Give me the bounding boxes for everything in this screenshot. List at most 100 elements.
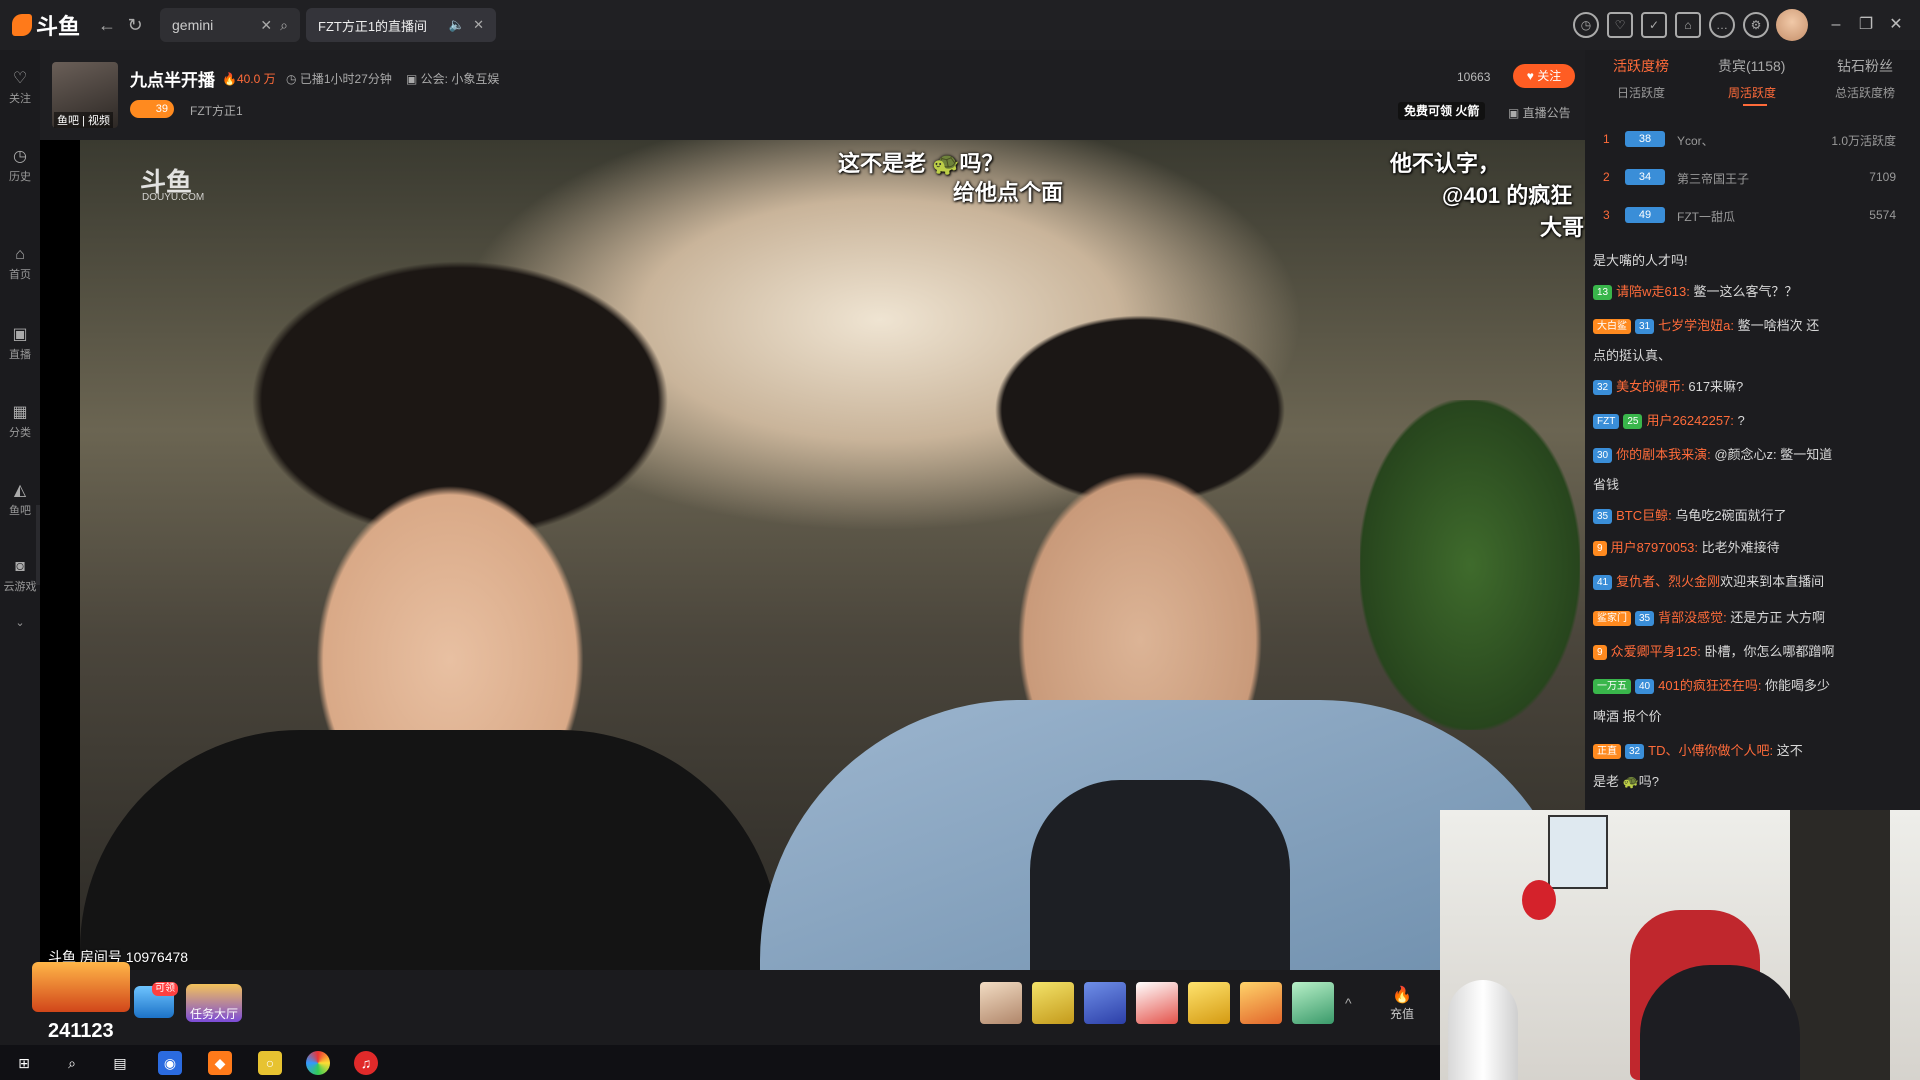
close-icon[interactable]: ✕ [260, 17, 272, 34]
chat-text: 还是方正 大方啊 [1726, 610, 1825, 625]
gift-item[interactable] [1032, 982, 1074, 1024]
plane-gift[interactable] [1136, 982, 1178, 1024]
nav-cloudgame[interactable]: ◙ 云游戏 [0, 558, 40, 594]
close-icon[interactable]: ✕ [473, 17, 484, 33]
chevron-up-icon[interactable]: ^ [1345, 995, 1352, 1011]
guild-text: 公会: 小象互娱 [420, 72, 500, 86]
chat-username[interactable]: 用户87970053: [1611, 540, 1698, 555]
back-icon[interactable]: ← [96, 14, 118, 36]
douyu-logo[interactable]: 斗鱼 [12, 10, 80, 40]
heart-icon[interactable]: ♡ [1607, 12, 1633, 38]
app-icon-yellow[interactable]: ○ [258, 1051, 282, 1075]
video-player[interactable]: 斗鱼 DOUYU.COM 这不是老 🐢吗？ 给他点个面 他不认字， @401 的… [40, 140, 1585, 970]
chat-text: 乌龟吃2碗面就行了 [1671, 508, 1787, 523]
card-gift[interactable] [1188, 982, 1230, 1024]
gift-item[interactable] [980, 982, 1022, 1024]
free-rocket-banner[interactable]: 免费可领 火箭 [1398, 102, 1486, 120]
task-icon[interactable]: ✓ [1641, 12, 1667, 38]
minimize-icon[interactable]: – [1823, 12, 1849, 38]
refresh-icon[interactable]: ↻ [124, 14, 146, 36]
gift-item[interactable] [1292, 982, 1334, 1024]
chat-message: 点的挺认真、 [1593, 347, 1913, 365]
chat-username[interactable]: 美女的硬币: [1616, 379, 1685, 394]
chat-username[interactable]: TD、小傅你做个人吧: [1648, 743, 1773, 758]
grid-icon: ▦ [12, 404, 28, 421]
danmu-message: 他不认字， [1390, 151, 1501, 176]
nav-label: 鱼吧 [9, 505, 31, 517]
home-icon: ⌂ [15, 246, 25, 263]
chat-username[interactable]: 众爱卿平身125: [1611, 644, 1701, 659]
wall-frame [1548, 815, 1608, 889]
chevron-down-icon[interactable]: ⌄ [0, 616, 40, 629]
chat-message: 省钱 [1593, 476, 1913, 494]
nav-live[interactable]: ▣ 直播 [0, 324, 40, 362]
nav-category[interactable]: ▦ 分类 [0, 402, 40, 440]
message-icon[interactable]: … [1709, 12, 1735, 38]
rocket-gift[interactable] [1084, 982, 1126, 1024]
chat-username[interactable]: 请陪w走613: [1616, 284, 1690, 299]
window-close-icon[interactable]: ✕ [1883, 12, 1909, 38]
user-level-badge: 25 [1623, 414, 1643, 429]
title-bar: 斗鱼 ← ↻ gemini ✕ ⌕ FZT方正1的直播间 🔈 ✕ ◷ ♡ ✓ ⌂… [0, 0, 1920, 50]
danmu-message: 大哥 [1540, 215, 1585, 240]
fan-badge: 鲨家门 [1593, 611, 1631, 626]
chat-message: 9 用户87970053: 比老外难接待 [1593, 539, 1913, 557]
announcement-link[interactable]: ▣ 直播公告 [1508, 104, 1571, 121]
plant-decor [1360, 400, 1580, 730]
user-level-badge: 30 [1593, 448, 1613, 463]
level-badge: 39 [130, 100, 174, 118]
nav-history[interactable]: ◷ 历史 [0, 146, 40, 184]
chat-username[interactable]: BTC巨鲸: [1616, 508, 1672, 523]
subtab-weekly[interactable]: 周活跃度 [1728, 84, 1776, 101]
tab-search[interactable]: gemini ✕ ⌕ [160, 8, 300, 42]
follow-button[interactable]: ♥ 关注 [1513, 64, 1575, 88]
douyu-app-icon[interactable]: ◆ [208, 1051, 232, 1075]
app-icon-color-wheel[interactable] [306, 1051, 330, 1075]
user-avatar[interactable] [1776, 9, 1808, 41]
fan-badge: 正直 [1593, 744, 1621, 759]
history-icon[interactable]: ◷ [1573, 12, 1599, 38]
chat-username[interactable]: 复仇者、烈火金刚 [1616, 574, 1720, 589]
rank-row[interactable]: 1 38 Ycor、 1.0万活跃度 [1585, 124, 1920, 154]
speaker-icon[interactable]: 🔈 [449, 17, 465, 33]
settings-icon[interactable]: ⚙ [1743, 12, 1769, 38]
spiderman-mask [1522, 880, 1556, 920]
subtab-daily[interactable]: 日活跃度 [1617, 84, 1665, 101]
rank-row[interactable]: 3 49 FZT一甜瓜 5574 [1585, 200, 1920, 230]
restore-icon[interactable]: ❐ [1853, 12, 1879, 38]
chat-username[interactable]: 你的剧本我来演: [1616, 447, 1711, 462]
person-right-shirt [1030, 780, 1290, 970]
chat-username[interactable]: 背部没感觉: [1658, 610, 1727, 625]
windows-start-icon[interactable]: ⊞ [12, 1051, 36, 1075]
fan-club-name: FZT方正1 [190, 104, 243, 118]
chat-username[interactable]: 七岁学泡妞a: [1658, 318, 1734, 333]
tab-vip[interactable]: 贵宾(1158) [1718, 56, 1785, 76]
guild-info[interactable]: ▣ 公会: 小象互娱 [406, 70, 499, 87]
netease-music-icon[interactable]: ♫ [354, 1051, 378, 1075]
avatar-tag[interactable]: 鱼吧 | 视频 [54, 112, 113, 128]
chat-username[interactable]: 用户26242257: [1646, 413, 1733, 428]
shirt-icon[interactable]: ⌂ [1675, 12, 1701, 38]
chat-message: 一万五 40 401的疯狂还在吗: 你能喝多少 [1593, 677, 1913, 695]
chrome-app-icon[interactable]: ◉ [158, 1051, 182, 1075]
chat-username[interactable]: 401的疯狂还在吗: [1658, 678, 1761, 693]
rank-row[interactable]: 2 34 第三帝国王子 7109 [1585, 162, 1920, 192]
chat-message: 大白鲨 31 七岁学泡妞a: 鳖一啥档次 还 [1593, 317, 1913, 335]
nav-follow[interactable]: ♡ 关注 [0, 68, 40, 106]
search-icon[interactable]: ⌕ [280, 17, 288, 34]
chat-text: 啤酒 报个价 [1593, 709, 1662, 724]
nav-home[interactable]: ⌂ 首页 [0, 246, 40, 282]
charge-button[interactable]: 🔥 充值 [1382, 985, 1422, 1022]
user-level-badge: 9 [1593, 541, 1607, 556]
gift-item[interactable] [1240, 982, 1282, 1024]
tab-activity-rank[interactable]: 活跃度榜 [1613, 56, 1669, 76]
search-icon[interactable]: ⌕ [60, 1051, 84, 1075]
tab-live-room[interactable]: FZT方正1的直播间 🔈 ✕ [306, 8, 496, 42]
tab-diamond-fans[interactable]: 钻石粉丝 [1837, 56, 1893, 76]
subtab-total[interactable]: 总活跃度榜 [1835, 84, 1895, 101]
task-view-icon[interactable]: ▤ [108, 1051, 132, 1075]
right-panel: 活跃度榜 贵宾(1158) 钻石粉丝 日活跃度 周活跃度 总活跃度榜 1 38 … [1585, 50, 1920, 810]
task-hall-button[interactable]: 任务大厅 [186, 984, 242, 1022]
chat-message: 9 众爱卿平身125: 卧槽，你怎么哪都蹭啊 [1593, 643, 1913, 661]
nav-fishbar[interactable]: ◭ 鱼吧 [0, 480, 40, 518]
